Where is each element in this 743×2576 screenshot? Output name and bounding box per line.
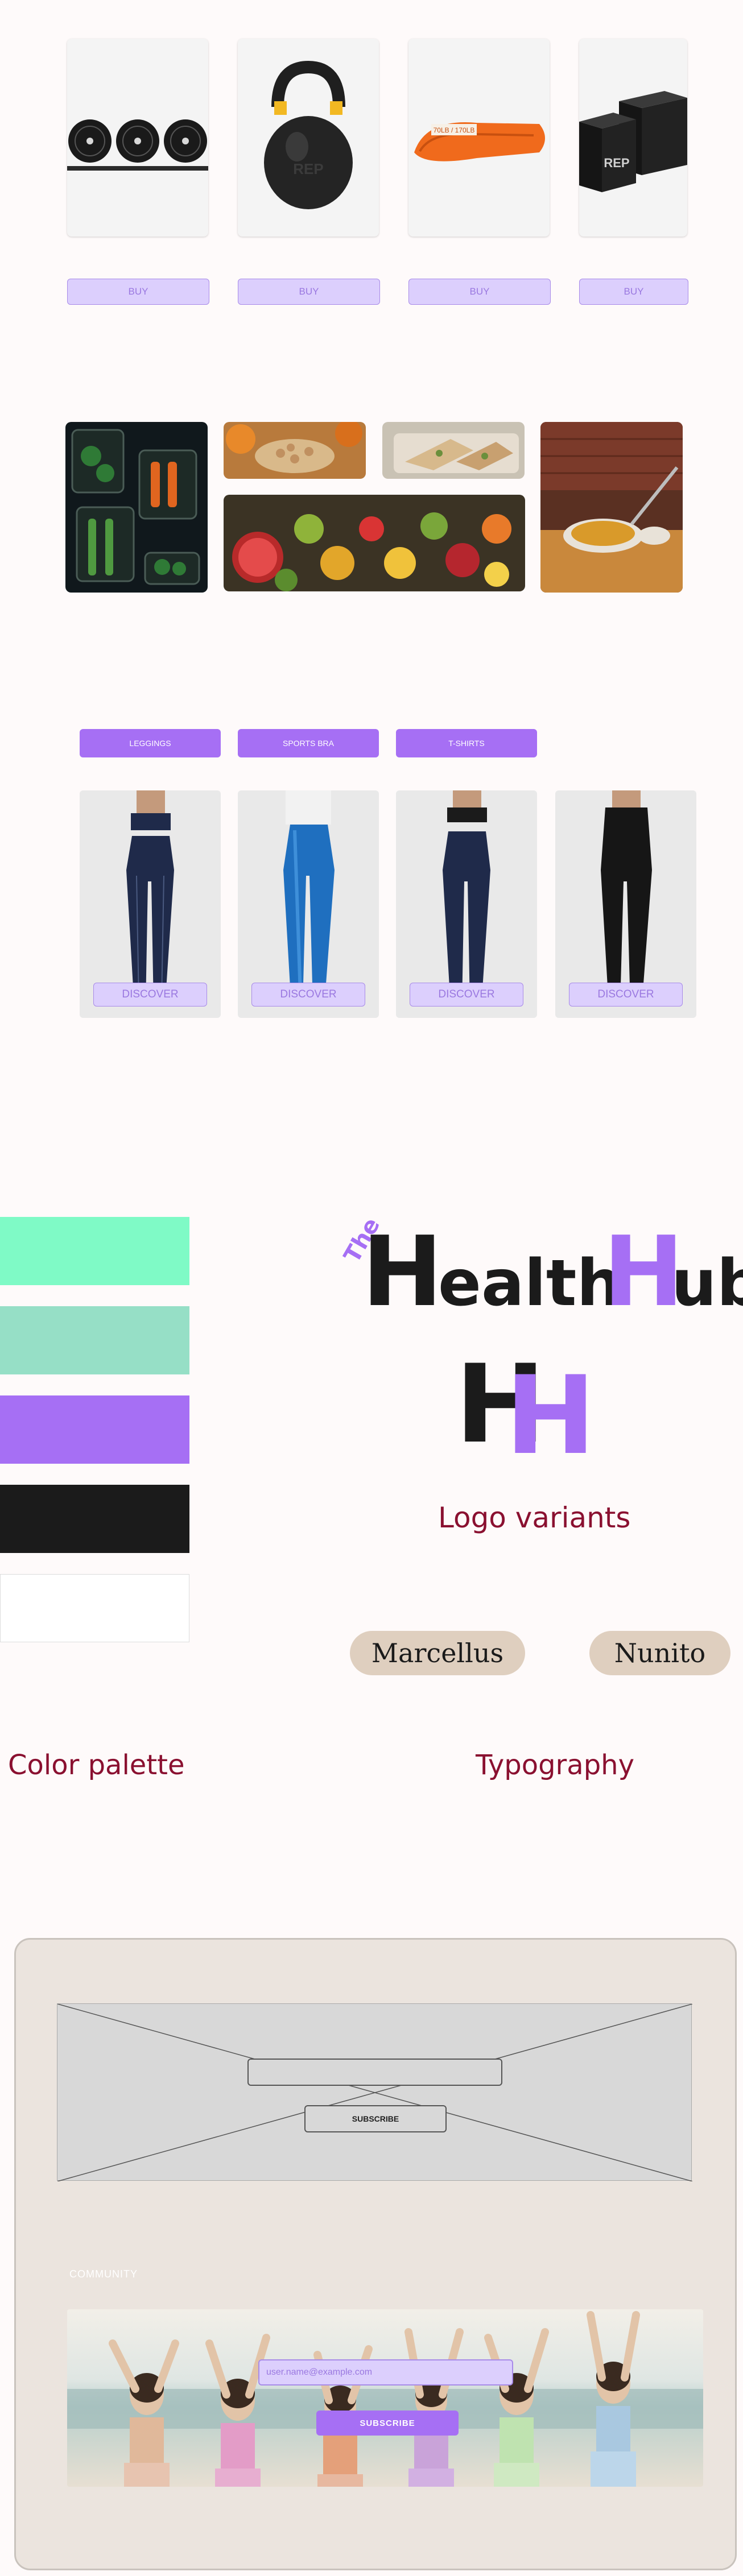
logo-health: ealth xyxy=(438,1246,622,1311)
newsletter-email-input[interactable]: user.name@example.com xyxy=(258,2359,513,2386)
community-image: user.name@example.com SUBSCRIBE xyxy=(67,2309,703,2487)
gallery-tile-soup[interactable] xyxy=(540,422,683,593)
category-label: SPORTS BRA xyxy=(283,739,334,748)
weight-plates-image xyxy=(67,119,208,171)
wraps-image xyxy=(394,433,519,473)
typography-title: Typography xyxy=(476,1749,634,1781)
discover-label: DISCOVER xyxy=(597,988,654,1000)
box-brand: REP xyxy=(604,156,629,170)
buy-button-4[interactable]: BUY xyxy=(579,279,688,305)
logo-h: H xyxy=(362,1216,443,1311)
discover-button[interactable]: DISCOVER xyxy=(410,983,523,1007)
product-card-weight-plates[interactable] xyxy=(67,39,208,237)
product-card-resistance-band[interactable]: 70LB / 170LB xyxy=(408,39,550,237)
buy-label: BUY xyxy=(624,286,644,297)
buy-button-2[interactable]: BUY xyxy=(238,279,380,305)
product-card-leggings-4[interactable]: DISCOVER xyxy=(555,790,696,1018)
community-label: COMMUNITY xyxy=(69,2268,138,2280)
buy-button-1[interactable]: BUY xyxy=(67,279,209,305)
buy-label: BUY xyxy=(469,286,490,297)
kettlebell-brand: REP xyxy=(293,160,323,177)
category-leggings-button[interactable]: LEGGINGS xyxy=(80,729,221,757)
discover-button[interactable]: DISCOVER xyxy=(569,983,683,1007)
buy-label: BUY xyxy=(128,286,148,297)
buy-button-3[interactable]: BUY xyxy=(408,279,551,305)
palette-title: Color palette xyxy=(8,1749,185,1781)
soup-image xyxy=(540,422,683,593)
logo-monogram: H H xyxy=(455,1341,586,1453)
swatch-teal xyxy=(0,1306,189,1374)
beach-people-image xyxy=(67,2309,703,2487)
category-sports-bra-button[interactable]: SPORTS BRA xyxy=(238,729,379,757)
font-name: Nunito xyxy=(614,1638,706,1668)
font-name: Marcellus xyxy=(371,1638,504,1668)
logo-ub: ub xyxy=(671,1246,743,1311)
placeholder-cross-icon xyxy=(57,2004,692,2181)
swatch-purple xyxy=(0,1395,189,1464)
discover-label: DISCOVER xyxy=(122,988,179,1000)
category-label: LEGGINGS xyxy=(129,739,171,748)
wireframe-subscribe-button[interactable]: SUBSCRIBE xyxy=(304,2105,447,2132)
image-placeholder: SUBSCRIBE xyxy=(57,2003,692,2181)
vegetables-image xyxy=(71,429,200,585)
discover-button[interactable]: DISCOVER xyxy=(251,983,365,1007)
resistance-band-image: 70LB / 170LB xyxy=(414,122,545,161)
product-card-leggings-3[interactable]: DISCOVER xyxy=(396,790,537,1018)
font-sample-nunito: Nunito xyxy=(589,1631,730,1675)
subscribe-button-label: SUBSCRIBE xyxy=(360,2418,415,2428)
gallery-tile-vegetables[interactable] xyxy=(65,422,208,593)
product-card-leggings-2[interactable]: DISCOVER xyxy=(238,790,379,1018)
product-card-kettlebell[interactable]: REP xyxy=(238,39,379,237)
product-card-boxed[interactable]: REP xyxy=(579,39,687,237)
swatch-white xyxy=(0,1574,189,1642)
category-label: T-SHIRTS xyxy=(448,739,485,748)
category-tshirts-button[interactable]: T-SHIRTS xyxy=(396,729,537,757)
swatch-black xyxy=(0,1485,189,1553)
email-placeholder: user.name@example.com xyxy=(266,2367,373,2377)
gallery-tile-nuts[interactable] xyxy=(224,422,366,479)
discover-button[interactable]: DISCOVER xyxy=(93,983,207,1007)
nuts-image xyxy=(226,422,362,473)
buy-label: BUY xyxy=(299,286,319,297)
wireframe-email-input[interactable] xyxy=(247,2059,502,2086)
boxed-equipment-image: REP xyxy=(579,91,687,192)
gallery-tile-fruits[interactable] xyxy=(224,495,525,591)
discover-label: DISCOVER xyxy=(438,988,495,1000)
monogram-h2: H xyxy=(505,1353,586,1453)
swatch-mint xyxy=(0,1217,189,1285)
kettlebell-image: REP xyxy=(264,60,353,209)
logo-variants-label: Logo variants xyxy=(438,1501,631,1534)
newsletter-panel: SUBSCRIBE COMMUNITY user.name@example.co… xyxy=(14,1938,737,2570)
discover-label: DISCOVER xyxy=(280,988,337,1000)
newsletter-subscribe-button[interactable]: SUBSCRIBE xyxy=(316,2411,459,2436)
subscribe-label: SUBSCRIBE xyxy=(352,2114,399,2123)
product-card-leggings-1[interactable]: DISCOVER xyxy=(80,790,221,1018)
font-sample-marcellus: Marcellus xyxy=(350,1631,525,1675)
fruits-image xyxy=(232,512,511,591)
band-tag: 70LB / 170LB xyxy=(434,126,475,134)
gallery-tile-wraps[interactable] xyxy=(382,422,525,479)
main-logo: The H ealth H ub xyxy=(341,1214,743,1311)
